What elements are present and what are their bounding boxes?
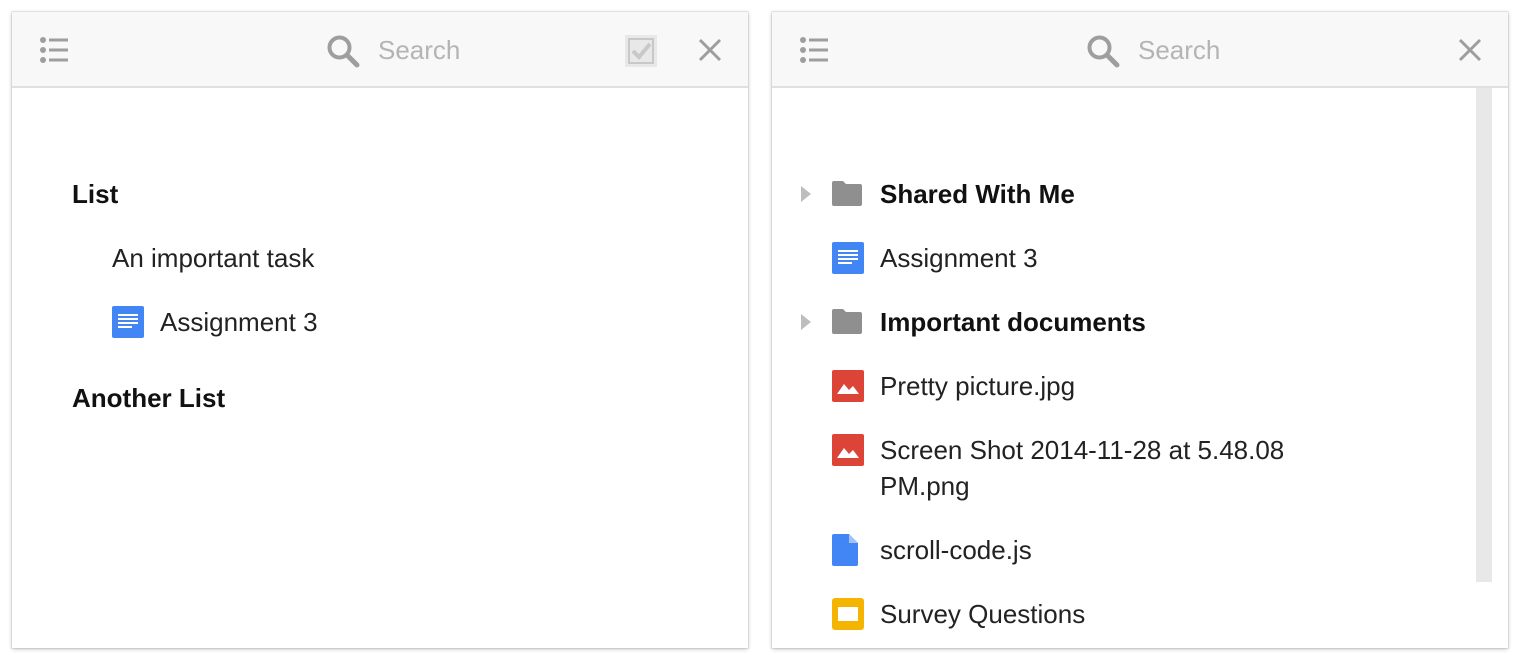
file-label: Pretty picture.jpg — [880, 371, 1076, 401]
file-row[interactable]: Assignment 3 — [772, 240, 1472, 276]
file-label: Survey Questions — [880, 599, 1086, 629]
close-icon[interactable] — [696, 36, 724, 64]
list-view-icon[interactable] — [38, 34, 70, 66]
tasks-panel-header — [12, 12, 748, 88]
search-icon — [1087, 35, 1120, 68]
checkbox-icon[interactable] — [624, 34, 658, 68]
list-heading[interactable]: Another List — [72, 382, 225, 414]
file-icon — [832, 534, 858, 566]
google-doc-icon — [112, 306, 144, 338]
file-label: Assignment 3 — [880, 243, 1038, 273]
files-panel-header — [772, 12, 1508, 88]
search-input[interactable] — [378, 32, 598, 68]
task-item[interactable]: Assignment 3 — [112, 304, 512, 340]
folder-row[interactable]: Important documents — [772, 304, 1472, 340]
file-label: Screen Shot 2014-11-28 at 5.48.08 PM.png — [880, 435, 1285, 501]
expand-arrow-icon[interactable] — [800, 313, 812, 331]
google-doc-icon — [832, 242, 864, 274]
file-row[interactable]: Pretty picture.jpg — [772, 368, 1472, 404]
folder-label: Shared With Me — [880, 179, 1075, 209]
image-file-icon — [832, 370, 864, 402]
image-file-icon — [832, 434, 864, 466]
search-input[interactable] — [1138, 32, 1358, 68]
folder-icon — [832, 181, 862, 206]
folder-row[interactable]: Shared With Me — [772, 176, 1472, 212]
files-list-area: Shared With Me Assignment 3 Important do… — [772, 88, 1508, 648]
files-panel: Shared With Me Assignment 3 Important do… — [772, 12, 1508, 648]
file-row[interactable]: Screen Shot 2014-11-28 at 5.48.08 PM.png — [772, 432, 1472, 504]
close-icon[interactable] — [1456, 36, 1484, 64]
tasks-list-area: List An important task Assignment 3 Anot… — [12, 88, 748, 648]
folder-icon — [832, 309, 862, 334]
scrollbar[interactable] — [1476, 88, 1492, 582]
slides-icon — [832, 598, 864, 630]
expand-arrow-icon[interactable] — [800, 185, 812, 203]
task-item[interactable]: An important task — [112, 240, 512, 276]
folder-label: Important documents — [880, 307, 1146, 337]
files-search[interactable] — [1086, 30, 1406, 70]
list-view-icon[interactable] — [798, 34, 830, 66]
list-heading[interactable]: List — [72, 178, 118, 210]
task-label: Assignment 3 — [160, 307, 318, 337]
file-row[interactable]: scroll-code.js — [772, 532, 1472, 568]
task-label: An important task — [112, 243, 315, 273]
file-row[interactable]: Survey Questions — [772, 596, 1472, 632]
tasks-panel: List An important task Assignment 3 Anot… — [12, 12, 748, 648]
search-icon — [327, 35, 360, 68]
file-label: scroll-code.js — [880, 535, 1032, 565]
tasks-search[interactable] — [326, 30, 606, 70]
